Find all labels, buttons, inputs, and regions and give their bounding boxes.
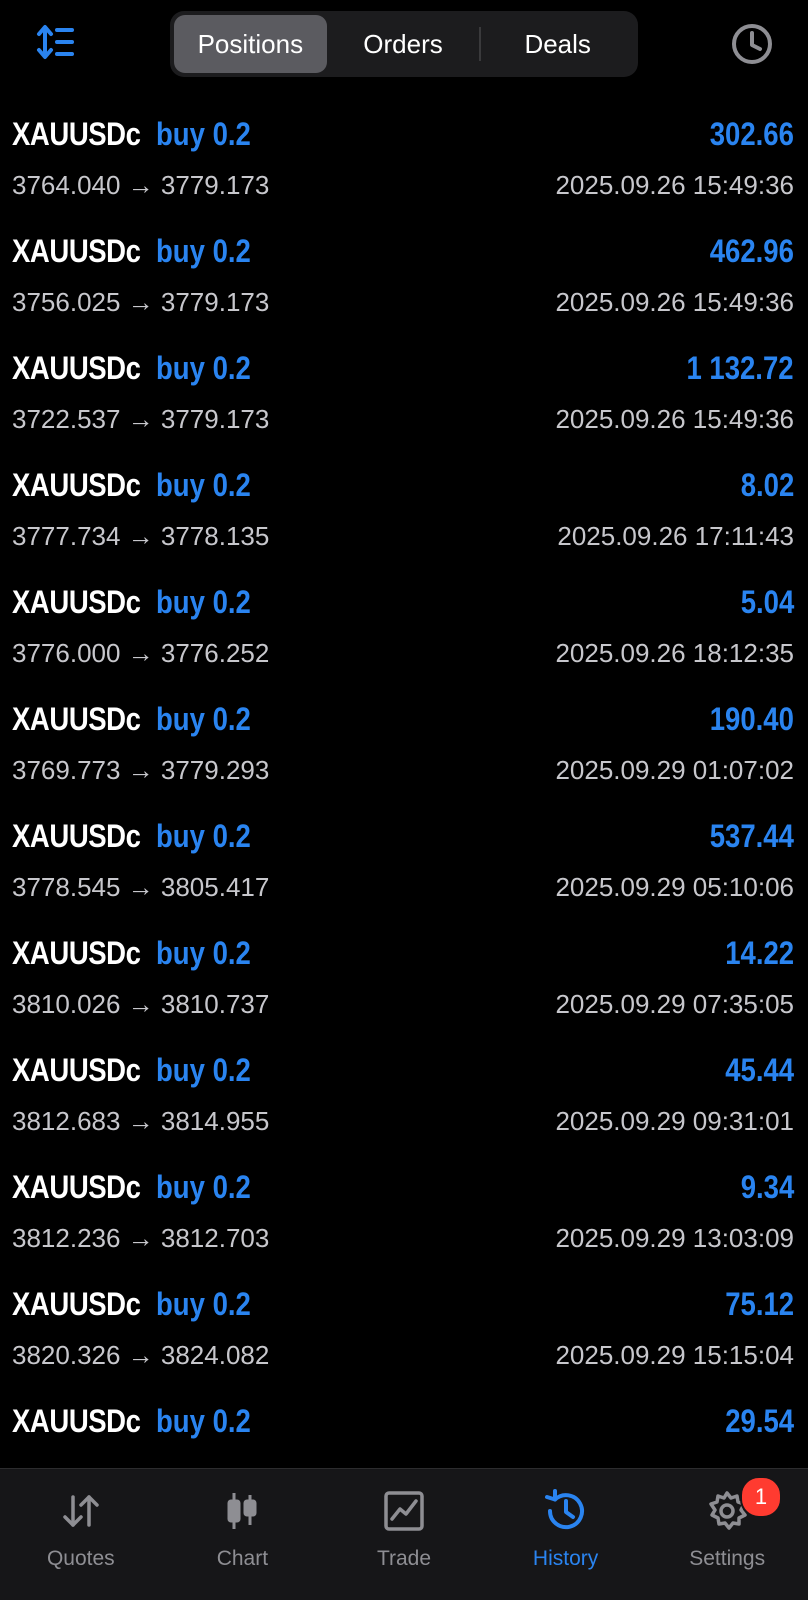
tab-label: Quotes (46, 1547, 115, 1570)
symbol-label: XAUUSDc (12, 233, 141, 269)
tab-settings[interactable]: Settings (646, 1469, 808, 1600)
list-item[interactable]: XAUUSDc buy 0.2 1 132.72 3722.537 → 3779… (0, 336, 808, 453)
tab-quotes[interactable]: Quotes (0, 1469, 162, 1600)
price-range: 3812.683 → 3814.955 (12, 1106, 270, 1136)
sort-button[interactable] (36, 22, 78, 62)
price-range: 3778.545 → 3805.417 (12, 872, 270, 902)
order-type-volume: buy 0.2 (156, 1286, 251, 1322)
timestamp: 2025.09.26 17:11:43 (557, 521, 794, 551)
top-bar: Positions Orders Deals (0, 0, 808, 90)
price-range: 3812.236 → 3812.703 (12, 1223, 270, 1253)
profit-value: 190.40 (709, 701, 794, 737)
order-type-volume: buy 0.2 (156, 584, 251, 620)
price-range: 3764.040 → 3779.173 (12, 170, 270, 200)
order-type-volume: buy 0.2 (156, 350, 251, 386)
order-type-volume: buy 0.2 (156, 233, 251, 269)
list-item[interactable]: XAUUSDc buy 0.2 302.66 3764.040 → 3779.1… (0, 102, 808, 219)
profit-value: 5.04 (740, 584, 794, 620)
tab-label: History (532, 1547, 599, 1570)
timestamp: 2025.09.26 15:49:36 (555, 170, 794, 200)
tab-trade[interactable]: Trade (323, 1469, 485, 1600)
list-item[interactable]: XAUUSDc buy 0.2 14.22 3810.026 → 3810.73… (0, 921, 808, 1038)
price-range: 3756.025 → 3779.173 (12, 287, 270, 317)
candlestick-chart-icon (218, 1487, 266, 1535)
timestamp: 2025.09.29 13:03:09 (555, 1223, 794, 1253)
order-type-volume: buy 0.2 (156, 1169, 251, 1205)
profit-value: 1 132.72 (686, 350, 794, 386)
symbol-label: XAUUSDc (12, 467, 141, 503)
timestamp: 2025.09.26 15:49:36 (555, 404, 794, 434)
symbol-label: XAUUSDc (12, 350, 141, 386)
timestamp: 2025.09.26 15:49:36 (555, 287, 794, 317)
tab-deals[interactable]: Deals (481, 15, 634, 73)
positions-list: XAUUSDc buy 0.2 302.66 3764.040 → 3779.1… (0, 102, 808, 1468)
profit-value: 14.22 (725, 935, 794, 971)
profit-value: 8.02 (740, 467, 794, 503)
list-item[interactable]: XAUUSDc buy 0.2 45.44 3812.683 → 3814.95… (0, 1038, 808, 1155)
price-range: 3769.773 → 3779.293 (12, 755, 270, 785)
tab-orders[interactable]: Orders (327, 15, 480, 73)
clock-icon (732, 24, 772, 64)
tab-label: Chart (216, 1547, 269, 1570)
period-button[interactable] (730, 22, 774, 66)
tab-positions[interactable]: Positions (174, 15, 327, 73)
trade-history-screen: Positions Orders Deals XAUUSDc buy 0.2 3… (0, 0, 808, 1600)
order-type-volume: buy 0.2 (156, 116, 251, 152)
order-type-volume: buy 0.2 (156, 818, 251, 854)
price-range: 3820.326 → 3824.082 (12, 1340, 270, 1370)
timestamp: 2025.09.29 07:35:05 (555, 989, 794, 1019)
price-range: 3810.026 → 3810.737 (12, 989, 270, 1019)
timestamp: 2025.09.29 01:07:02 (555, 755, 794, 785)
timestamp: 2025.09.29 15:15:04 (555, 1340, 794, 1370)
list-item[interactable]: XAUUSDc buy 0.2 190.40 3769.773 → 3779.2… (0, 687, 808, 804)
symbol-label: XAUUSDc (12, 701, 141, 737)
symbol-label: XAUUSDc (12, 116, 141, 152)
segmented-control: Positions Orders Deals (170, 11, 638, 77)
order-type-volume: buy 0.2 (156, 1052, 251, 1088)
list-item[interactable]: XAUUSDc buy 0.2 462.96 3756.025 → 3779.1… (0, 219, 808, 336)
timestamp: 2025.09.29 09:31:01 (555, 1106, 794, 1136)
order-type-volume: buy 0.2 (156, 701, 251, 737)
settings-notification-badge: 1 (740, 1476, 782, 1518)
order-type-volume: buy 0.2 (156, 1403, 251, 1439)
symbol-label: XAUUSDc (12, 584, 141, 620)
quotes-arrows-icon (57, 1487, 105, 1535)
symbol-label: XAUUSDc (12, 935, 141, 971)
sort-icon (37, 25, 74, 59)
bottom-tab-bar: Quotes Chart Trade History Settings (0, 1468, 808, 1600)
profit-value: 462.96 (709, 233, 794, 269)
price-range: 3722.537 → 3779.173 (12, 404, 270, 434)
list-item[interactable]: XAUUSDc buy 0.2 9.34 3812.236 → 3812.703… (0, 1155, 808, 1272)
list-item[interactable]: XAUUSDc buy 0.2 29.54 (0, 1389, 808, 1468)
list-item[interactable]: XAUUSDc buy 0.2 8.02 3777.734 → 3778.135… (0, 453, 808, 570)
timestamp: 2025.09.26 18:12:35 (555, 638, 794, 668)
profit-value: 537.44 (709, 818, 794, 854)
symbol-label: XAUUSDc (12, 1052, 141, 1088)
profit-value: 45.44 (725, 1052, 794, 1088)
profit-value: 75.12 (725, 1286, 794, 1322)
profit-value: 302.66 (709, 116, 794, 152)
profit-value: 29.54 (725, 1403, 794, 1439)
symbol-label: XAUUSDc (12, 1286, 141, 1322)
list-item[interactable]: XAUUSDc buy 0.2 537.44 3778.545 → 3805.4… (0, 804, 808, 921)
tab-label: Settings (689, 1547, 766, 1570)
order-type-volume: buy 0.2 (156, 935, 251, 971)
list-item[interactable]: XAUUSDc buy 0.2 75.12 3820.326 → 3824.08… (0, 1272, 808, 1389)
order-type-volume: buy 0.2 (156, 467, 251, 503)
tab-label: Trade (376, 1547, 432, 1570)
symbol-label: XAUUSDc (12, 1403, 141, 1439)
tab-chart[interactable]: Chart (162, 1469, 324, 1600)
list-item[interactable]: XAUUSDc buy 0.2 5.04 3776.000 → 3776.252… (0, 570, 808, 687)
trade-chart-icon (380, 1487, 428, 1535)
price-range: 3776.000 → 3776.252 (12, 638, 270, 668)
profit-value: 9.34 (740, 1169, 794, 1205)
symbol-label: XAUUSDc (12, 818, 141, 854)
history-icon (542, 1487, 590, 1535)
price-range: 3777.734 → 3778.135 (12, 521, 270, 551)
symbol-label: XAUUSDc (12, 1169, 141, 1205)
tab-history[interactable]: History (485, 1469, 647, 1600)
timestamp: 2025.09.29 05:10:06 (555, 872, 794, 902)
